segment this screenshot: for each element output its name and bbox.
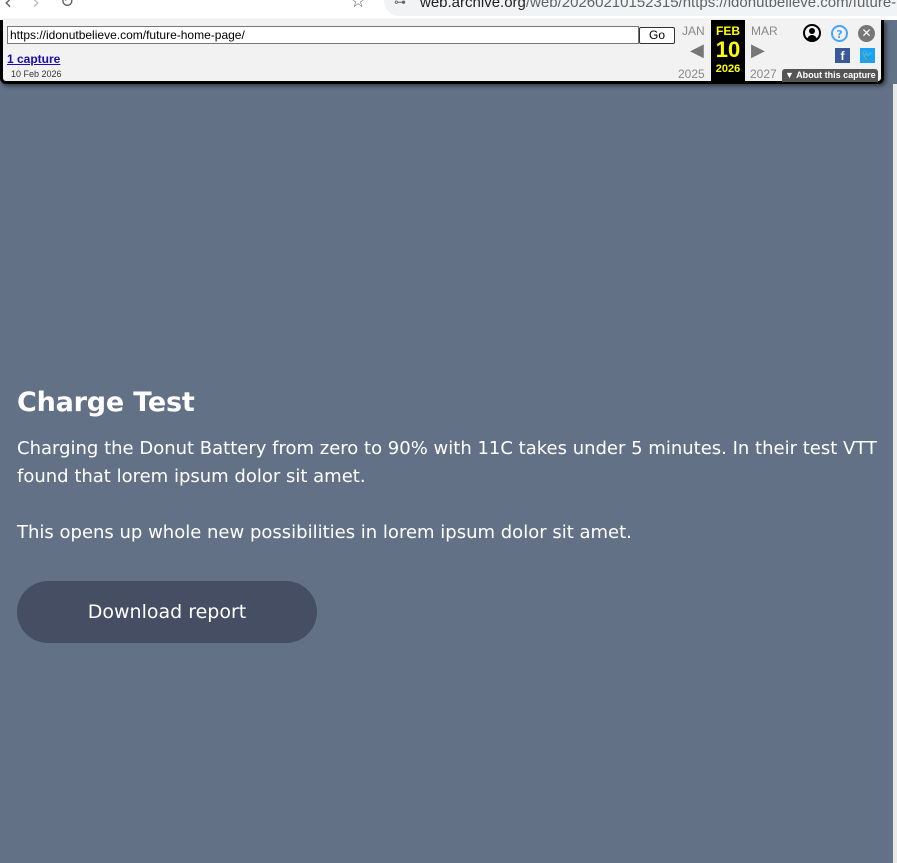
next-year[interactable]: 2027 — [750, 67, 777, 81]
forward-icon[interactable]: › — [32, 0, 40, 12]
wayback-toolbar: https://idonutbelieve.com/future-home-pa… — [0, 20, 884, 84]
help-icon[interactable]: ? — [831, 25, 848, 42]
captures-link[interactable]: 1 capture — [7, 52, 60, 66]
current-year: 2026 — [715, 63, 741, 75]
capture-date: 10 Feb 2026 — [11, 69, 62, 79]
about-capture-label: About this capture — [796, 70, 876, 80]
user-icon[interactable] — [803, 24, 821, 42]
prev-month[interactable]: JAN — [682, 24, 705, 38]
download-report-button[interactable]: Download report — [17, 581, 317, 643]
about-capture-button[interactable]: ▼ About this capture — [782, 69, 878, 82]
facebook-icon[interactable]: f — [835, 48, 850, 63]
current-month: FEB — [716, 24, 740, 38]
charge-test-section: Charge Test Charging the Donut Battery f… — [17, 385, 877, 547]
browser-toolbar: ‹ › ↻ ☆ ⊶ web.archive.org/web/2026021015… — [0, 0, 897, 20]
current-day: 10 — [715, 37, 741, 62]
close-icon[interactable]: ✕ — [858, 25, 875, 42]
reload-icon[interactable]: ↻ — [60, 0, 74, 12]
scrollbar[interactable] — [893, 84, 897, 863]
section-paragraph-1: Charging the Donut Battery from zero to … — [17, 438, 877, 487]
back-icon[interactable]: ‹ — [4, 0, 12, 12]
address-text[interactable]: web.archive.org/web/20260210152315/https… — [420, 0, 897, 11]
next-month[interactable]: MAR — [751, 24, 778, 38]
current-capture-date: FEB 10 2026 — [711, 20, 745, 84]
wayback-url-input[interactable]: https://idonutbelieve.com/future-home-pa… — [7, 26, 639, 44]
section-heading: Charge Test — [17, 387, 195, 418]
twitter-icon[interactable]: 🐦 — [860, 48, 875, 63]
prev-capture-arrow-icon[interactable]: ◀ — [690, 40, 704, 61]
site-info-icon[interactable]: ⊶ — [394, 0, 406, 9]
go-button[interactable]: Go — [639, 27, 675, 44]
section-paragraph-2: This opens up whole new possibilities in… — [17, 522, 632, 543]
next-capture-arrow-icon[interactable]: ▶ — [751, 40, 765, 61]
bookmark-icon[interactable]: ☆ — [350, 0, 366, 12]
prev-year[interactable]: 2025 — [678, 67, 705, 81]
chevron-down-icon: ▼ — [785, 70, 794, 80]
